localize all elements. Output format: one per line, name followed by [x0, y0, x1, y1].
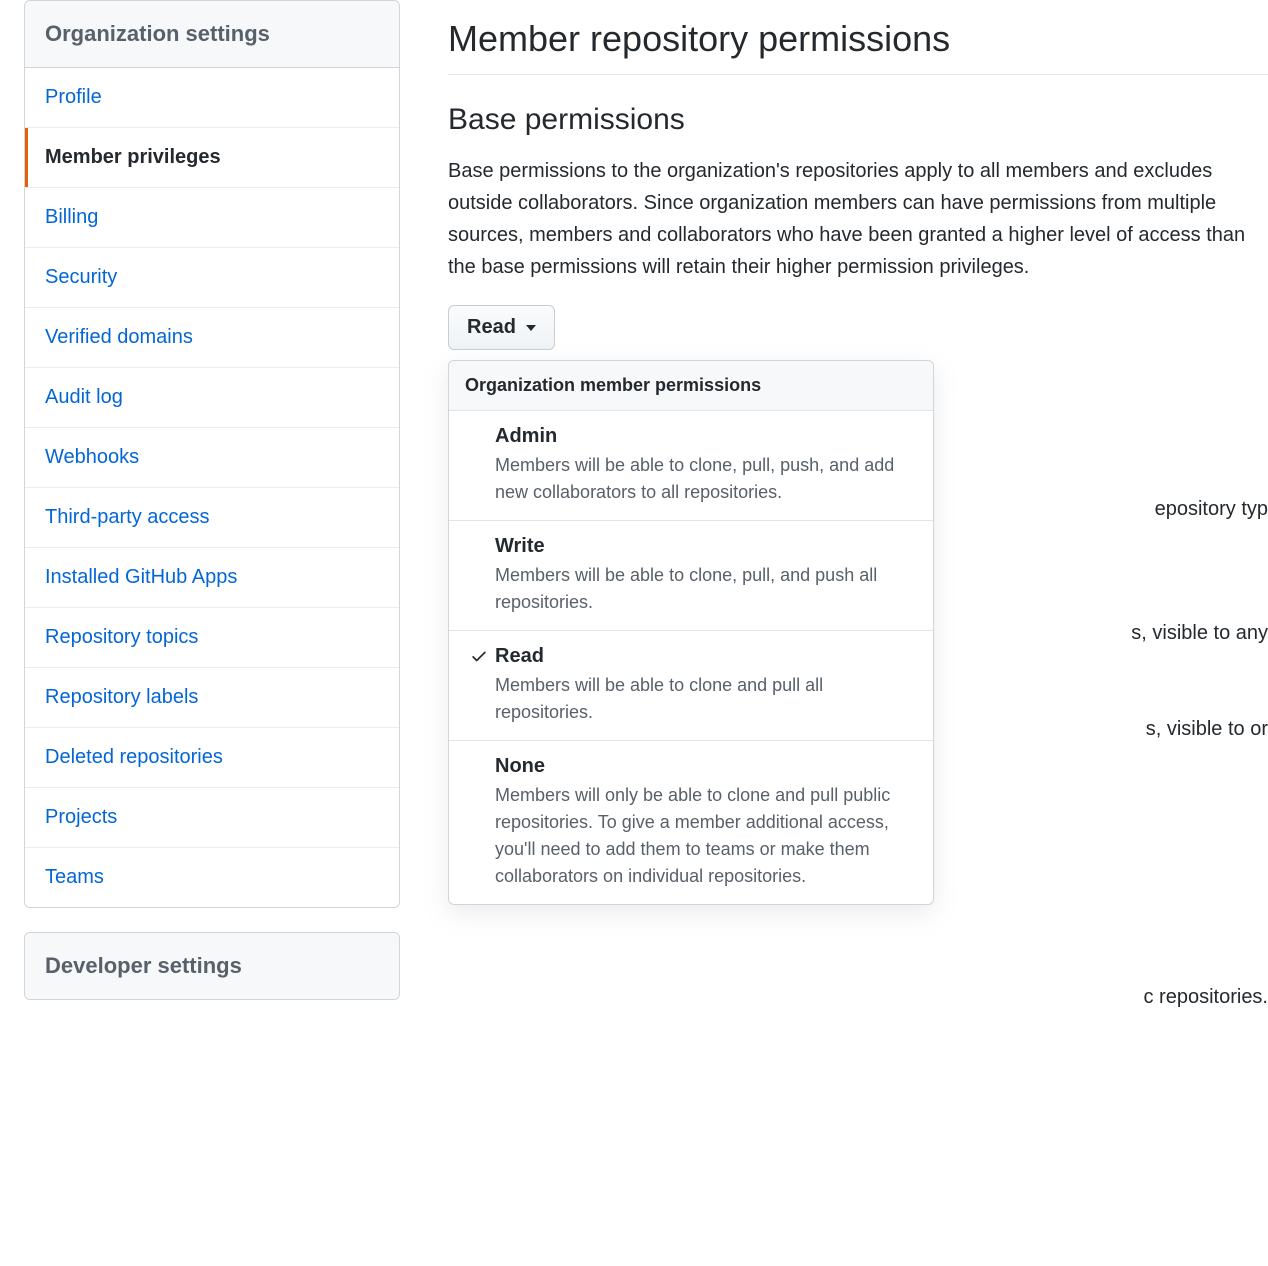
option-title: Read [495, 645, 919, 668]
sidebar-header-developer: Developer settings [25, 933, 399, 999]
sidebar-item-profile[interactable]: Profile [25, 68, 399, 128]
option-check-slot [463, 425, 495, 506]
sidebar-item-third-party-access[interactable]: Third-party access [25, 488, 399, 548]
dropdown-option-none[interactable]: None Members will only be able to clone … [449, 741, 933, 904]
sidebar-item-projects[interactable]: Projects [25, 788, 399, 848]
option-body: Write Members will be able to clone, pul… [495, 535, 919, 616]
sidebar-item-label: Deleted repositories [45, 746, 223, 768]
option-title: None [495, 755, 919, 778]
option-body: Read Members will be able to clone and p… [495, 645, 919, 726]
sidebar-item-security[interactable]: Security [25, 248, 399, 308]
org-settings-panel: Organization settings Profile Member pri… [24, 0, 400, 908]
sidebar-item-label: Webhooks [45, 446, 139, 468]
sidebar-item-installed-github-apps[interactable]: Installed GitHub Apps [25, 548, 399, 608]
background-text-fragment: s, visible to or [1146, 718, 1268, 741]
option-check-slot [463, 535, 495, 616]
background-text-fragment: c repositories. [1144, 986, 1268, 1009]
sidebar-item-label: Member privileges [45, 146, 221, 168]
caret-down-icon [526, 325, 536, 331]
base-permission-dropdown-button[interactable]: Read [448, 305, 555, 350]
developer-settings-panel: Developer settings [24, 932, 400, 1000]
sidebar-item-label: Profile [45, 86, 102, 108]
sidebar-item-deleted-repositories[interactable]: Deleted repositories [25, 728, 399, 788]
sidebar-item-webhooks[interactable]: Webhooks [25, 428, 399, 488]
option-check-slot [463, 755, 495, 890]
dropdown-option-write[interactable]: Write Members will be able to clone, pul… [449, 521, 933, 631]
option-title: Write [495, 535, 919, 558]
base-permissions-heading: Base permissions [448, 103, 1268, 137]
check-icon [470, 647, 488, 665]
option-description: Members will be able to clone, pull, pus… [495, 452, 919, 506]
sidebar-item-label: Audit log [45, 386, 123, 408]
sidebar-item-member-privileges[interactable]: Member privileges [25, 128, 399, 188]
base-permissions-description: Base permissions to the organization's r… [448, 155, 1268, 283]
option-description: Members will be able to clone and pull a… [495, 672, 919, 726]
permission-dropdown-menu: Organization member permissions Admin Me… [448, 360, 934, 905]
option-body: None Members will only be able to clone … [495, 755, 919, 890]
sidebar-item-repository-topics[interactable]: Repository topics [25, 608, 399, 668]
sidebar-item-teams[interactable]: Teams [25, 848, 399, 907]
sidebar-item-verified-domains[interactable]: Verified domains [25, 308, 399, 368]
option-body: Admin Members will be able to clone, pul… [495, 425, 919, 506]
page-title: Member repository permissions [448, 18, 1268, 75]
sidebar-item-label: Third-party access [45, 506, 210, 528]
sidebar-column: Organization settings Profile Member pri… [0, 0, 400, 1266]
sidebar-list: Profile Member privileges Billing Securi… [25, 68, 399, 907]
sidebar-item-label: Installed GitHub Apps [45, 566, 237, 588]
option-check-slot [463, 645, 495, 726]
dropdown-selected-label: Read [467, 316, 516, 339]
sidebar-item-billing[interactable]: Billing [25, 188, 399, 248]
background-text-fragment: epository typ [1155, 498, 1268, 521]
option-title: Admin [495, 425, 919, 448]
sidebar-item-label: Projects [45, 806, 117, 828]
dropdown-menu-header: Organization member permissions [449, 361, 933, 411]
dropdown-option-read[interactable]: Read Members will be able to clone and p… [449, 631, 933, 741]
option-description: Members will be able to clone, pull, and… [495, 562, 919, 616]
sidebar-item-label: Repository labels [45, 686, 198, 708]
dropdown-option-admin[interactable]: Admin Members will be able to clone, pul… [449, 411, 933, 521]
sidebar-item-label: Verified domains [45, 326, 193, 348]
option-description: Members will only be able to clone and p… [495, 782, 919, 890]
sidebar-item-audit-log[interactable]: Audit log [25, 368, 399, 428]
sidebar-item-repository-labels[interactable]: Repository labels [25, 668, 399, 728]
sidebar-item-label: Security [45, 266, 117, 288]
sidebar-item-label: Teams [45, 866, 104, 888]
sidebar-item-label: Repository topics [45, 626, 198, 648]
main-content: Member repository permissions Base permi… [400, 0, 1268, 1266]
background-text-fragment: s, visible to any [1131, 622, 1268, 645]
sidebar-header: Organization settings [25, 1, 399, 68]
sidebar-item-label: Billing [45, 206, 98, 228]
